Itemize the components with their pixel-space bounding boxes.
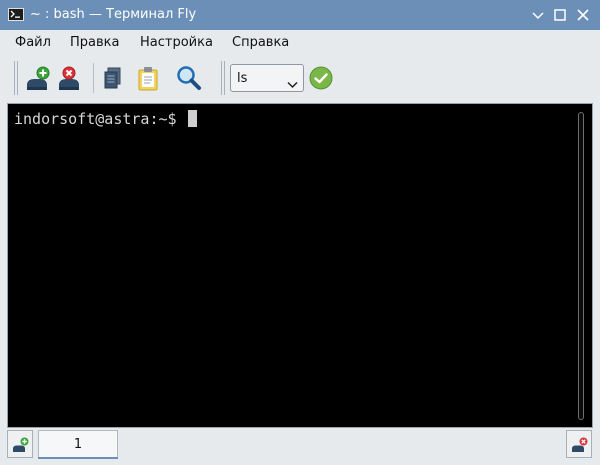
text-cursor bbox=[187, 110, 197, 127]
active-tab-indicator bbox=[38, 457, 118, 459]
terminal-window: ~ : bash — Терминал Fly Файл Правка Наст… bbox=[0, 0, 600, 465]
menu-file[interactable]: Файл bbox=[15, 35, 51, 51]
search-icon bbox=[177, 66, 201, 90]
paste-button[interactable] bbox=[132, 62, 164, 94]
tab-bar: 1 bbox=[0, 428, 600, 465]
window-title: ~ : bash — Терминал Fly bbox=[30, 7, 197, 22]
checkmark-icon bbox=[309, 66, 333, 90]
close-tab-button[interactable] bbox=[566, 430, 592, 458]
new-tab-button[interactable] bbox=[7, 430, 33, 458]
tab-1[interactable]: 1 bbox=[38, 430, 118, 457]
paste-icon bbox=[138, 67, 158, 91]
menu-settings[interactable]: Настройка bbox=[140, 35, 213, 51]
close-session-icon bbox=[59, 66, 79, 90]
terminal-output: indorsoft@astra:~$ bbox=[14, 110, 197, 128]
menu-edit[interactable]: Правка bbox=[70, 35, 119, 51]
terminal-scrollbar[interactable] bbox=[578, 112, 584, 420]
close-window-icon[interactable] bbox=[575, 7, 591, 23]
maximize-icon[interactable] bbox=[552, 7, 568, 23]
toolbar: ls bbox=[0, 55, 600, 101]
toolbar-grip-2[interactable] bbox=[221, 61, 226, 95]
terminal-area[interactable]: indorsoft@astra:~$ bbox=[7, 103, 593, 428]
command-combo-value: ls bbox=[237, 71, 248, 86]
search-button[interactable] bbox=[173, 62, 205, 94]
copy-icon bbox=[104, 67, 121, 89]
close-session-button[interactable] bbox=[56, 62, 88, 94]
run-command-button[interactable] bbox=[309, 66, 333, 90]
command-combo[interactable]: ls bbox=[230, 64, 304, 92]
chevron-down-icon bbox=[287, 74, 298, 93]
toolbar-grip[interactable] bbox=[14, 61, 19, 95]
toolbar-separator bbox=[93, 63, 94, 93]
new-tab-icon bbox=[13, 437, 29, 452]
minimize-icon[interactable] bbox=[530, 7, 546, 23]
copy-button[interactable] bbox=[98, 62, 130, 94]
close-tab-icon bbox=[572, 437, 588, 452]
title-bar[interactable]: ~ : bash — Терминал Fly bbox=[0, 0, 600, 30]
menu-bar: Файл Правка Настройка Справка bbox=[0, 30, 600, 55]
tab-label: 1 bbox=[73, 437, 83, 452]
terminal-prompt: indorsoft@astra:~$ bbox=[14, 110, 186, 128]
new-session-button[interactable] bbox=[24, 62, 56, 94]
menu-help[interactable]: Справка bbox=[232, 35, 289, 51]
terminal-app-icon bbox=[8, 8, 24, 21]
new-session-icon bbox=[27, 66, 50, 90]
